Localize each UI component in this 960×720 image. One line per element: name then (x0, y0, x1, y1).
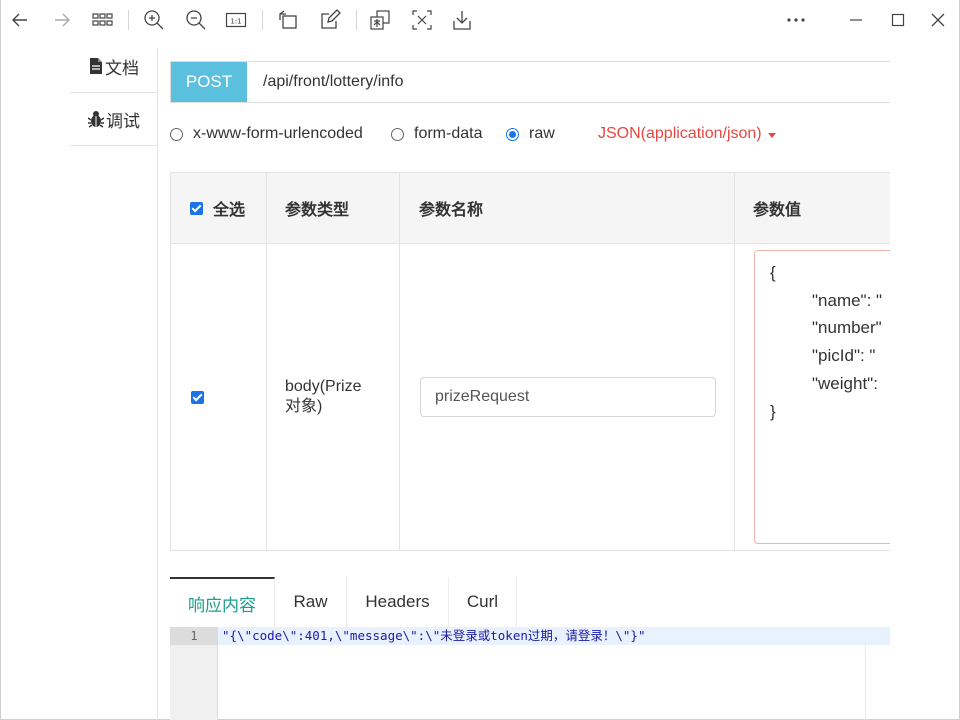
nav-doc-label: 文档 (105, 58, 139, 78)
download-icon[interactable] (448, 6, 476, 34)
more-icon[interactable] (782, 6, 810, 34)
zoom-in-icon[interactable] (140, 6, 168, 34)
toolbar-separator (262, 10, 263, 30)
toolbar-separator (356, 10, 357, 30)
tab-response-content[interactable]: 响应内容 (170, 577, 275, 627)
edit-icon[interactable] (316, 6, 344, 34)
radio-label: x-www-form-urlencoded (193, 125, 363, 142)
document-icon (89, 58, 103, 74)
code-line: "{\"code\":401,\"message\":\"未登录或token过期… (218, 627, 890, 645)
back-arrow-icon[interactable] (6, 6, 34, 34)
caret-down-icon (767, 132, 776, 138)
select-all-header[interactable]: 全选 (190, 173, 245, 243)
url-input[interactable]: /api/front/lottery/info (263, 62, 404, 102)
maximize-icon[interactable] (884, 6, 912, 34)
content-type-dropdown[interactable]: JSON(application/json) (598, 122, 776, 146)
param-name-input[interactable]: prizeRequest (420, 377, 716, 417)
radio-label: raw (529, 125, 555, 142)
json-line: "weight": (812, 374, 878, 393)
param-type-line: 对象) (285, 398, 323, 415)
param-type-line: body(Prize (285, 378, 362, 395)
nav-item-debug[interactable]: 调试 (70, 93, 158, 146)
param-type-cell: body(Prize 对象) (285, 377, 361, 417)
json-line: "picId": " (812, 346, 876, 365)
params-table: 全选 参数类型 参数名称 参数值 body(Prize 对象) prizeReq… (170, 172, 890, 551)
actual-size-icon[interactable]: 1:1 (222, 6, 250, 34)
radio-form-data[interactable]: form-data (391, 122, 482, 146)
param-value-editor[interactable]: { "name": " "number" "picId": " "weight"… (754, 250, 890, 544)
svg-text:1:1: 1:1 (230, 18, 241, 26)
close-icon[interactable] (924, 6, 952, 34)
content-type-label: JSON(application/json) (598, 125, 762, 142)
json-line: } (770, 402, 776, 421)
json-line: "number" (812, 318, 882, 337)
json-line: "name": " (812, 291, 883, 310)
header-param-value: 参数值 (753, 202, 802, 219)
line-number: 1 (170, 627, 218, 645)
json-line: { (770, 263, 776, 282)
radio-button[interactable] (170, 127, 183, 141)
nav-item-doc[interactable]: 文档 (70, 40, 158, 93)
ocr-icon[interactable] (408, 6, 436, 34)
method-badge[interactable]: POST (171, 62, 247, 102)
grid-icon[interactable] (88, 6, 116, 34)
radio-raw[interactable]: raw (506, 122, 555, 146)
header-param-name: 参数名称 (419, 202, 484, 219)
viewer-toolbar: 1:1 (0, 0, 960, 40)
rotate-icon[interactable] (274, 6, 302, 34)
translate-icon[interactable] (366, 6, 394, 34)
tab-curl[interactable]: Curl (449, 577, 517, 627)
minimize-icon[interactable] (842, 6, 870, 34)
toolbar-separator (128, 10, 129, 30)
radio-label: form-data (414, 125, 483, 142)
tab-headers[interactable]: Headers (347, 577, 449, 627)
side-nav: 文档 调试 (70, 40, 158, 720)
bug-icon (88, 110, 104, 128)
window-border-left (0, 0, 1, 720)
nav-divider (157, 48, 158, 720)
radio-button-selected[interactable] (506, 127, 519, 141)
radio-x-www-form-urlencoded[interactable]: x-www-form-urlencoded (170, 122, 363, 146)
row-checkbox[interactable] (191, 391, 204, 404)
select-all-checkbox[interactable] (190, 201, 203, 215)
nav-debug-label: 调试 (106, 111, 140, 131)
radio-button[interactable] (391, 127, 404, 141)
response-code-viewer[interactable]: 1 "{\"code\":401,\"message\":\"未登录或token… (170, 627, 890, 720)
forward-arrow-icon[interactable] (48, 6, 76, 34)
header-param-type: 参数类型 (285, 202, 350, 219)
response-tabs: 响应内容 Raw Headers Curl (170, 577, 890, 628)
select-all-label: 全选 (213, 202, 246, 219)
tab-raw[interactable]: Raw (275, 577, 347, 627)
code-divider (865, 645, 866, 720)
request-line: POST /api/front/lottery/info (170, 61, 890, 103)
zoom-out-icon[interactable] (182, 6, 210, 34)
